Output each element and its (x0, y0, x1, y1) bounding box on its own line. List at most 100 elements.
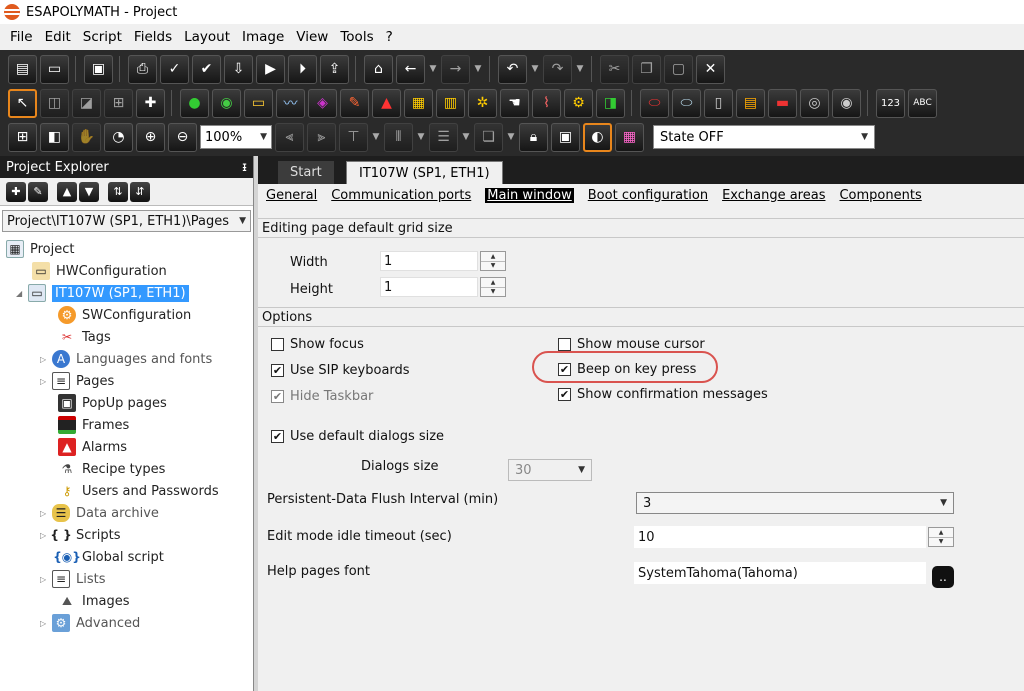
thermometer-widget-icon[interactable]: ⌇ (532, 88, 561, 118)
validate-icon[interactable]: ✔ (192, 54, 221, 84)
spin-up-icon[interactable]: ▲ (481, 278, 505, 288)
back-dropdown-icon[interactable]: ▼ (428, 64, 438, 74)
menu-script[interactable]: Script (77, 29, 128, 45)
home-icon[interactable]: ⌂ (364, 54, 393, 84)
color-palette-icon[interactable]: ▦ (615, 122, 644, 152)
lock-icon[interactable]: 🔒︎ (519, 122, 548, 152)
menu-fields[interactable]: Fields (128, 29, 178, 45)
knob-widget-icon[interactable]: ◎ (800, 88, 829, 118)
tree-item-tags[interactable]: ✂ Tags (58, 326, 111, 348)
lamp-widget-icon[interactable]: ◉ (212, 88, 241, 118)
spin-up-icon[interactable]: ▲ (929, 528, 953, 538)
check-list-icon[interactable]: ✓ (160, 54, 189, 84)
checkbox-box[interactable] (558, 338, 571, 351)
bargraph-widget-icon[interactable]: ▥ (436, 88, 465, 118)
align-left-icon[interactable]: ⫷ (275, 122, 304, 152)
menu-view[interactable]: View (290, 29, 334, 45)
hide-taskbar-checkbox[interactable]: ✔ Hide Taskbar (271, 389, 373, 404)
print-icon[interactable]: ⎙ (128, 54, 157, 84)
run-icon[interactable]: ▶ (256, 54, 285, 84)
paste-icon[interactable]: ▢ (664, 54, 693, 84)
menu-image[interactable]: Image (236, 29, 290, 45)
grid-icon[interactable]: ⊞ (8, 122, 37, 152)
simulate-icon[interactable]: ⏵ (288, 54, 317, 84)
multistate-widget-icon[interactable]: ▦ (404, 88, 433, 118)
button-widget-icon[interactable]: ● (180, 88, 209, 118)
tab-start[interactable]: Start (278, 161, 334, 184)
subnav-communication-ports[interactable]: Communication ports (331, 188, 471, 203)
tree-item-languages[interactable]: ▷ A Languages and fonts (40, 348, 212, 370)
tree-item-project[interactable]: ▦ Project (6, 238, 74, 260)
pin-icon[interactable]: ᵻ (242, 160, 247, 175)
add-item-icon[interactable]: ✚ (6, 181, 26, 202)
back-icon[interactable]: ← (396, 54, 425, 84)
round-knob-widget-icon[interactable]: ◉ (832, 88, 861, 118)
tree-item-users[interactable]: ⚷ Users and Passwords (58, 480, 219, 502)
height-input[interactable]: 1 (380, 277, 478, 297)
forward-icon[interactable]: → (441, 54, 470, 84)
frame-widget-icon[interactable]: ▭ (244, 88, 273, 118)
pan-icon[interactable]: ✋ (72, 122, 101, 152)
font-picker-button[interactable]: .. (932, 566, 954, 588)
expand-icon[interactable]: ▷ (40, 619, 50, 628)
align-center-icon[interactable]: ⫸ (307, 122, 336, 152)
add-icon[interactable]: ✚ (136, 88, 165, 118)
rename-item-icon[interactable]: ✎ (28, 181, 48, 202)
switch-widget-icon[interactable]: ◨ (596, 88, 625, 118)
expand-icon[interactable]: ▷ (40, 509, 50, 518)
preview-icon[interactable]: ◔ (104, 122, 133, 152)
distribute-v-dropdown-icon[interactable]: ▼ (461, 132, 471, 142)
checkbox-box[interactable] (271, 338, 284, 351)
expand-icon[interactable]: ▷ (40, 377, 50, 386)
spin-down-icon[interactable]: ▼ (481, 288, 505, 297)
forward-dropdown-icon[interactable]: ▼ (473, 64, 483, 74)
tab-device[interactable]: IT107W (SP1, ETH1) (346, 161, 503, 184)
redo-dropdown-icon[interactable]: ▼ (575, 64, 585, 74)
expand-icon[interactable]: ▷ (40, 531, 50, 540)
redo-icon[interactable]: ↷ (543, 54, 572, 84)
select-pointer-icon[interactable]: ↖ (8, 88, 37, 118)
checkbox-box[interactable]: ✔ (271, 364, 284, 377)
menu-layout[interactable]: Layout (178, 29, 236, 45)
tree-item-hwconfig[interactable]: ▭ HWConfiguration (32, 260, 167, 282)
checkbox-box[interactable]: ✔ (558, 388, 571, 401)
spin-down-icon[interactable]: ▼ (929, 538, 953, 547)
frame-lock-icon[interactable]: ▣ (551, 122, 580, 152)
delete-icon[interactable]: ✕ (696, 54, 725, 84)
red-button-widget-icon[interactable]: ⬭ (640, 88, 669, 118)
collapse-icon[interactable]: ◢ (16, 289, 26, 298)
distribute-v-icon[interactable]: ☰ (429, 122, 458, 152)
show-confirm-checkbox[interactable]: ✔ Show confirmation messages (558, 387, 768, 402)
tree-item-recipes[interactable]: ⚗ Recipe types (58, 458, 166, 480)
tree-item-archive[interactable]: ▷ ☰ Data archive (40, 502, 159, 524)
ungroup-icon[interactable]: ◪ (72, 88, 101, 118)
distribute-h-icon[interactable]: ⦀ (384, 122, 413, 152)
transfer-icon[interactable]: ⇪ (320, 54, 349, 84)
save-icon[interactable]: ▣ (84, 54, 113, 84)
menu-file[interactable]: File (4, 29, 39, 45)
tree-item-popup[interactable]: ▣ PopUp pages (58, 392, 167, 414)
group-icon[interactable]: ◫ (40, 88, 69, 118)
explorer-path-select[interactable]: Project\IT107W (SP1, ETH1)\Pages ▼ (2, 210, 251, 232)
hand-widget-icon[interactable]: ☚ (500, 88, 529, 118)
use-sip-checkbox[interactable]: ✔ Use SIP keyboards (271, 363, 410, 378)
tree-item-scripts[interactable]: ▷ { } Scripts (40, 524, 120, 546)
gear-widget-icon[interactable]: ⚙ (564, 88, 593, 118)
subnav-general[interactable]: General (266, 188, 317, 203)
subnav-main-window[interactable]: Main window (485, 187, 574, 203)
tree-item-lists[interactable]: ▷ ≡ Lists (40, 568, 106, 590)
slider-widget-icon[interactable]: ▬ (768, 88, 797, 118)
help-font-input[interactable]: SystemTahoma(Tahoma) (634, 562, 926, 584)
gauge-bar-widget-icon[interactable]: ▤ (736, 88, 765, 118)
tree-item-frames[interactable]: Frames (58, 414, 129, 436)
oval-button-widget-icon[interactable]: ⬭ (672, 88, 701, 118)
recipe-widget-icon[interactable]: ◈ (308, 88, 337, 118)
tree-item-pages[interactable]: ▷ ≡ Pages (40, 370, 114, 392)
idle-timeout-input[interactable]: 10 (634, 526, 926, 548)
move-down-icon[interactable]: ▼ (79, 181, 99, 202)
spin-up-icon[interactable]: ▲ (481, 252, 505, 262)
new-file-icon[interactable]: ▤ (8, 54, 37, 84)
show-mouse-checkbox[interactable]: Show mouse cursor (558, 337, 705, 352)
text-field-icon[interactable]: ABC (908, 88, 937, 118)
zoom-out-icon[interactable]: ⊖ (168, 122, 197, 152)
